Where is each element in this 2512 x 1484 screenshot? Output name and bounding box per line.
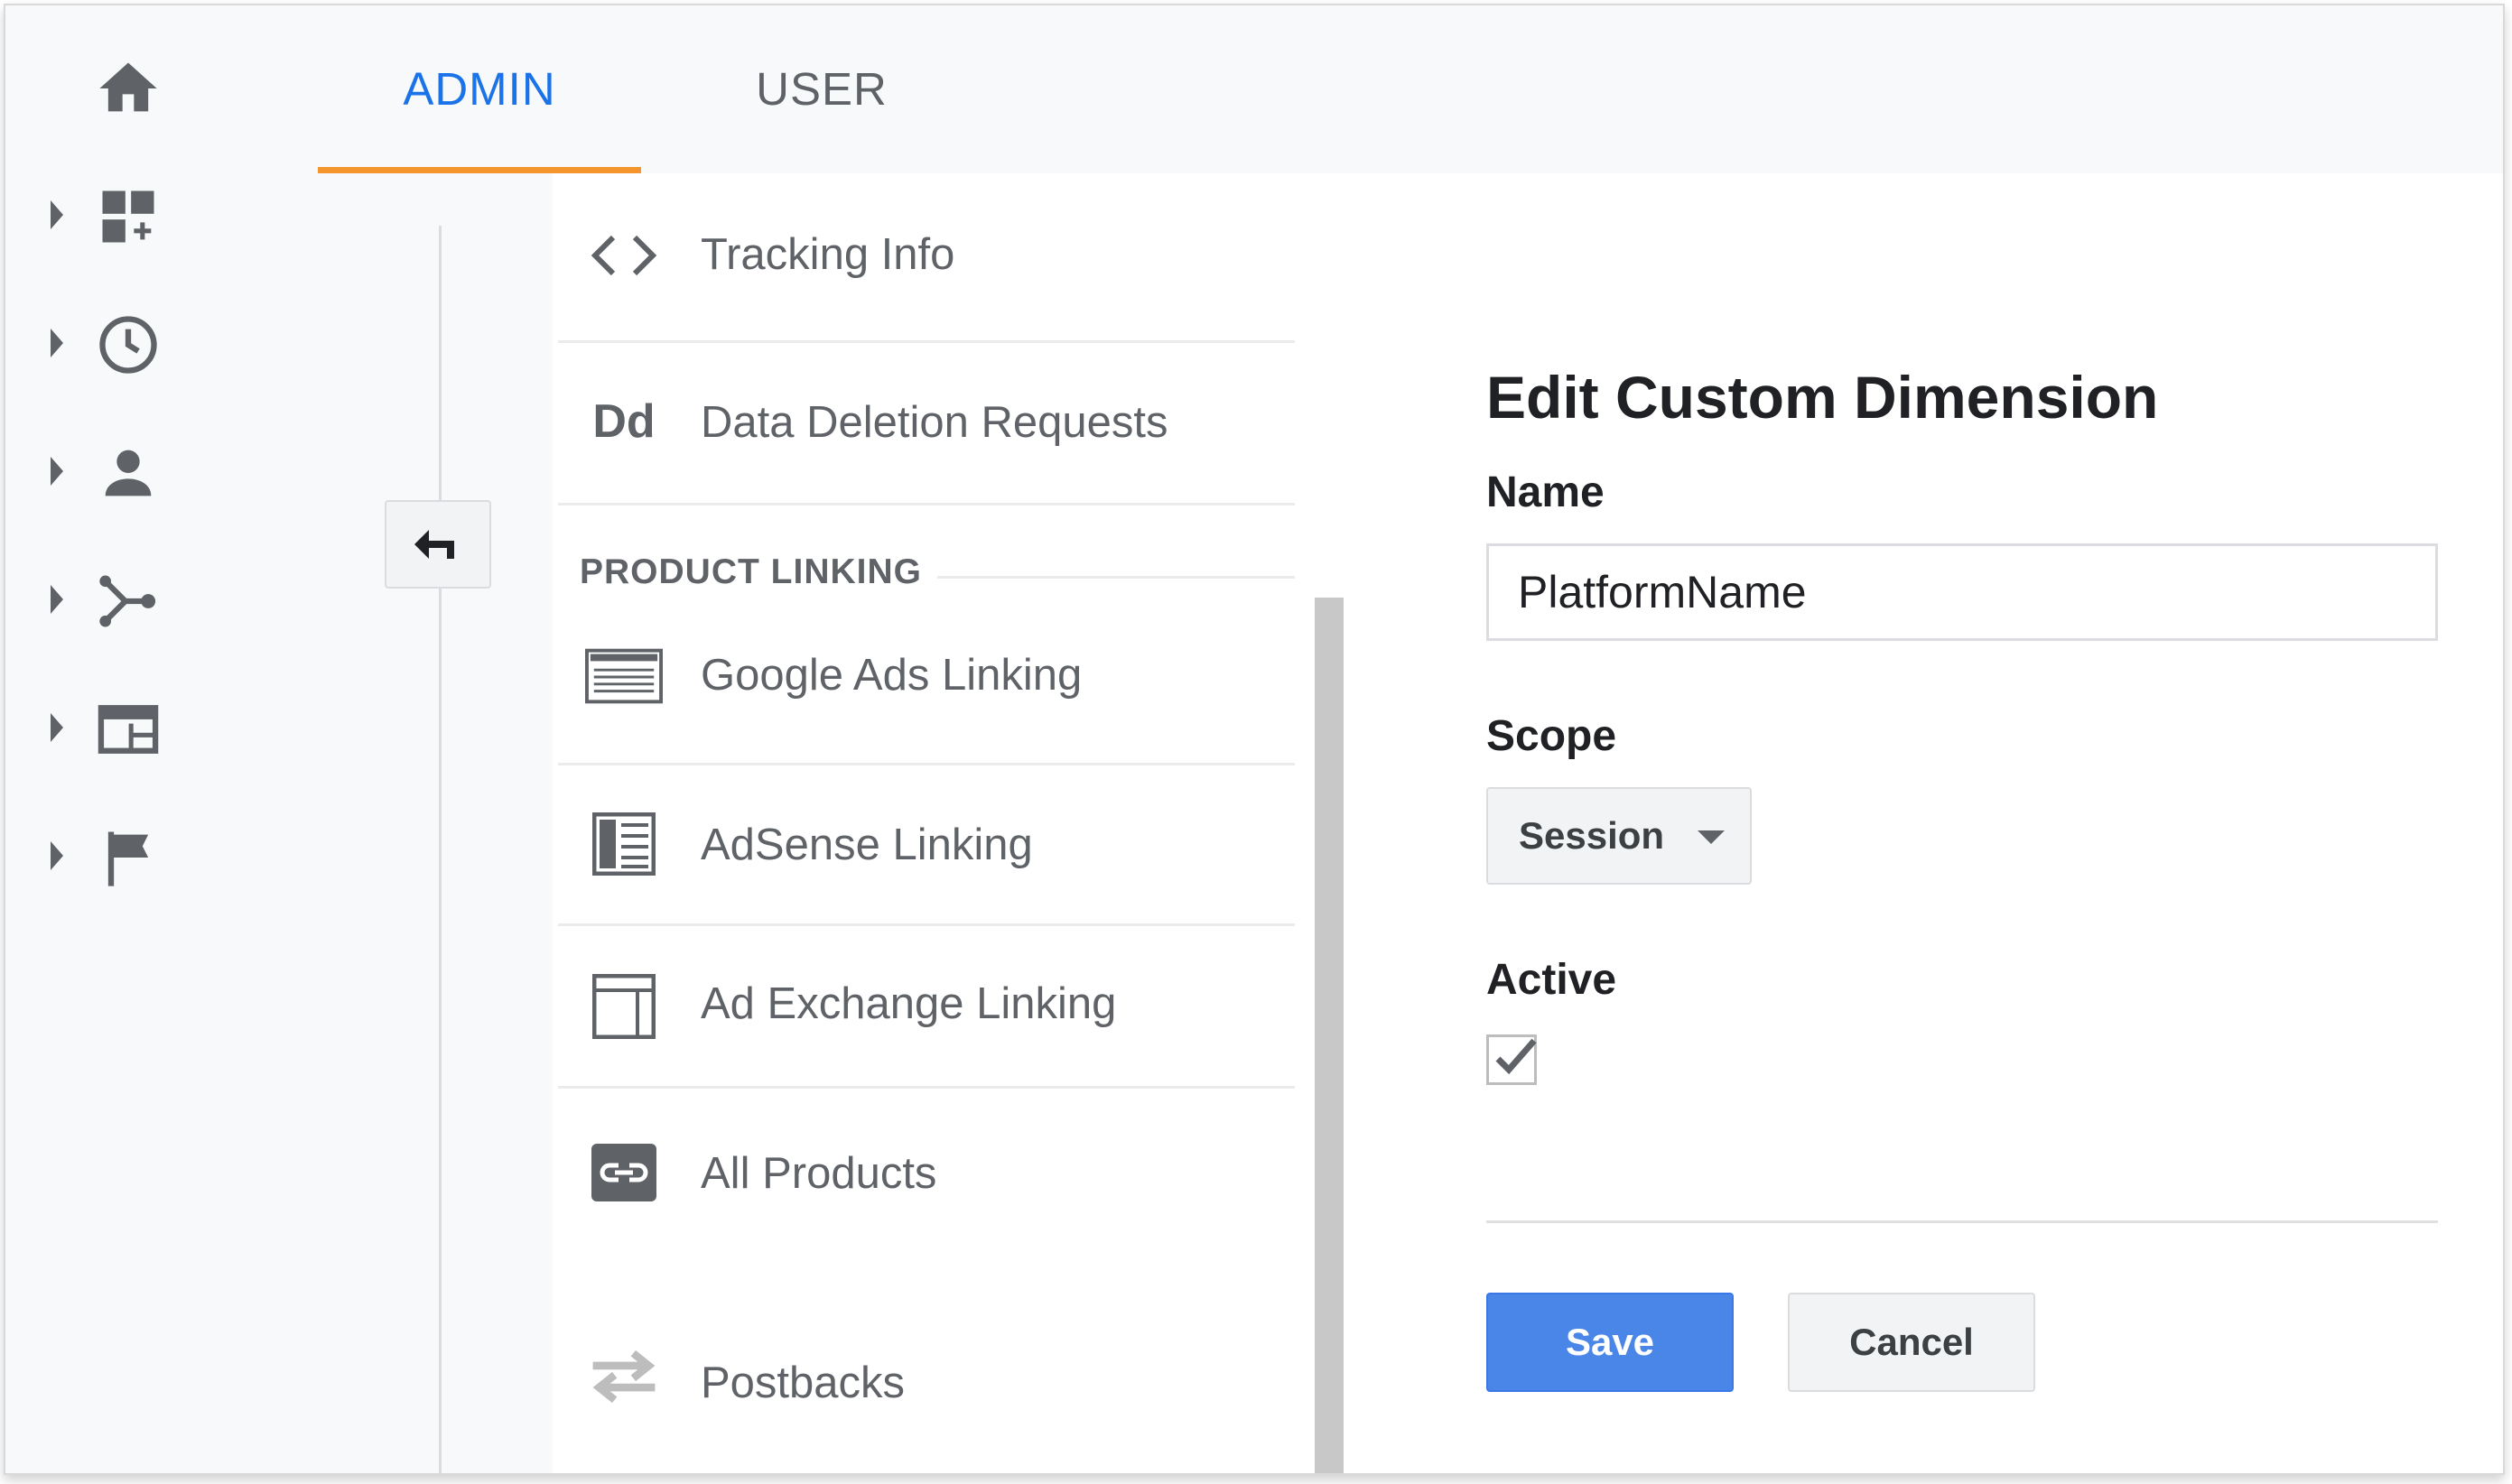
form-divider — [1486, 1220, 2438, 1223]
panel-divider-line — [439, 226, 442, 1473]
menu-item-label: Google Ads Linking — [701, 651, 1083, 700]
back-arrow-icon — [414, 530, 454, 559]
menu-scrollbar[interactable] — [1315, 598, 1344, 1473]
ad-exchange-icon — [585, 974, 663, 1039]
conversions-flag-icon[interactable] — [94, 823, 163, 892]
expand-arrow-icon[interactable] — [51, 329, 63, 357]
property-menu: Tracking Info Dd Data Deletion Requests … — [558, 173, 1295, 1473]
panel-side-column — [318, 173, 553, 1473]
adsense-icon — [585, 812, 663, 876]
save-button[interactable]: Save — [1486, 1293, 1734, 1392]
menu-item-all-products[interactable]: All Products — [558, 1089, 1295, 1251]
top-tab-bar: ADMIN USER — [318, 5, 2503, 173]
menu-item-label: Data Deletion Requests — [701, 398, 1168, 447]
menu-item-label: AdSense Linking — [701, 821, 1033, 869]
checkmark-icon — [1495, 1038, 1537, 1075]
scope-selected-value: Session — [1519, 814, 1665, 857]
code-brackets-icon — [585, 224, 663, 287]
rail-item-realtime[interactable] — [5, 289, 318, 397]
menu-item-tracking-info[interactable]: Tracking Info — [558, 173, 1295, 343]
menu-item-label: All Products — [701, 1149, 937, 1198]
postbacks-icon — [585, 1345, 663, 1408]
name-label: Name — [1486, 468, 1605, 516]
rail-item-audience[interactable] — [5, 417, 318, 525]
menu-item-adsense-linking[interactable]: AdSense Linking — [558, 765, 1295, 926]
expand-arrow-icon[interactable] — [51, 457, 63, 486]
active-checkbox[interactable] — [1486, 1034, 1537, 1085]
page-title: Edit Custom Dimension — [1486, 364, 2159, 431]
realtime-clock-icon[interactable] — [94, 311, 163, 379]
section-heading-product-linking: PRODUCT LINKING — [580, 552, 922, 591]
rail-item-acquisition[interactable] — [5, 545, 318, 654]
chevron-down-icon — [1698, 830, 1725, 844]
dd-icon: Dd — [592, 395, 656, 448]
back-button[interactable] — [385, 500, 491, 589]
acquisition-icon[interactable] — [94, 567, 163, 635]
menu-item-data-deletion[interactable]: Dd Data Deletion Requests — [558, 343, 1295, 505]
admin-window: ADMIN USER Tracking Info Dd Data Deletio… — [4, 4, 2505, 1475]
expand-arrow-icon[interactable] — [51, 713, 63, 742]
menu-item-label: Tracking Info — [701, 230, 955, 279]
edit-custom-dimension-form: Edit Custom Dimension Name Scope Session… — [1486, 173, 2503, 1473]
audience-person-icon[interactable] — [94, 439, 163, 507]
left-nav-rail — [5, 5, 318, 1473]
home-icon[interactable] — [94, 54, 163, 123]
name-input[interactable] — [1486, 543, 2438, 641]
expand-arrow-icon[interactable] — [51, 841, 63, 870]
menu-item-ad-exchange-linking[interactable]: Ad Exchange Linking — [558, 926, 1295, 1089]
google-ads-icon — [585, 645, 663, 708]
tab-user[interactable]: USER — [695, 5, 948, 173]
behavior-icon[interactable] — [94, 695, 163, 764]
section-divider — [937, 576, 1295, 579]
rail-item-behavior[interactable] — [5, 673, 318, 782]
rail-item-customization[interactable] — [5, 161, 318, 269]
menu-item-label: Postbacks — [701, 1359, 906, 1407]
rail-item-conversions[interactable] — [5, 802, 318, 910]
expand-arrow-icon[interactable] — [51, 585, 63, 614]
menu-item-postbacks[interactable]: Postbacks — [558, 1291, 1295, 1452]
expand-arrow-icon[interactable] — [51, 200, 63, 229]
active-label: Active — [1486, 956, 1617, 1004]
customization-icon[interactable] — [94, 182, 163, 251]
tab-admin[interactable]: ADMIN — [318, 5, 641, 173]
menu-item-label: Ad Exchange Linking — [701, 979, 1117, 1028]
scope-label: Scope — [1486, 712, 1617, 760]
menu-item-google-ads-linking[interactable]: Google Ads Linking — [558, 607, 1295, 765]
scope-dropdown[interactable]: Session — [1486, 787, 1752, 885]
rail-item-home[interactable] — [5, 32, 318, 141]
link-icon — [585, 1141, 663, 1204]
cancel-button[interactable]: Cancel — [1788, 1293, 2035, 1392]
